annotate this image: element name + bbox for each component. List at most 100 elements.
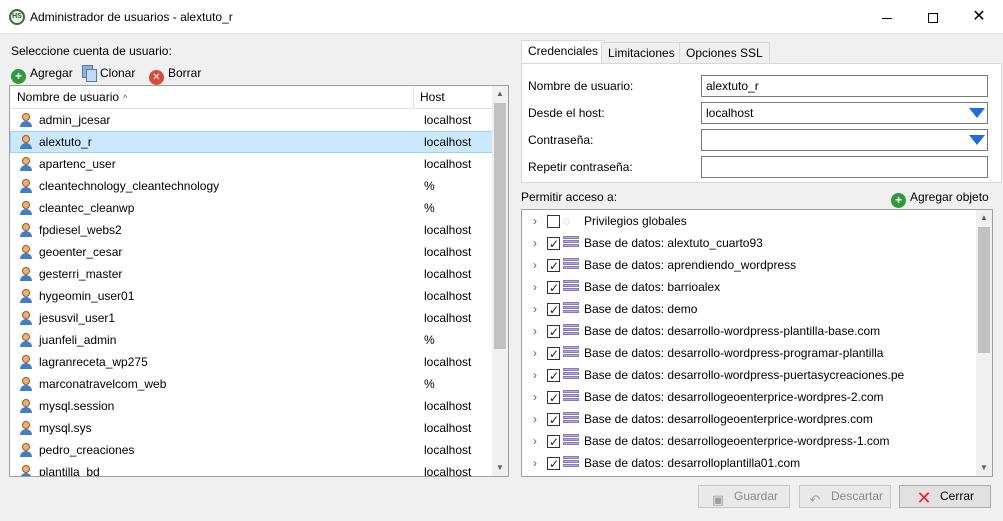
database-icon <box>563 456 579 470</box>
user-icon <box>19 399 33 413</box>
maximize-button[interactable] <box>910 0 956 34</box>
username-input[interactable]: alextuto_r <box>701 75 988 97</box>
user-host: localhost <box>424 267 472 281</box>
scroll-up-icon[interactable]: ▲ <box>976 210 992 226</box>
user-name: juanfeli_admin <box>39 333 117 347</box>
plus-icon: + <box>11 69 26 84</box>
user-icon <box>19 179 33 193</box>
chevron-right-icon[interactable]: › <box>533 452 537 474</box>
user-list-scrollbar[interactable]: ▲ ▼ <box>492 86 508 476</box>
user-name: mysql.session <box>39 399 115 413</box>
close-button[interactable]: ✕ Cerrar <box>899 485 991 508</box>
chevron-right-icon[interactable]: › <box>533 386 537 408</box>
privilege-row[interactable]: › Base de datos: desarrolloplantilla01.co… <box>522 452 992 475</box>
save-button[interactable]: ▣ Guardar <box>698 485 790 508</box>
user-row[interactable]: pedro_creaciones localhost <box>10 439 494 461</box>
password-input[interactable] <box>701 129 988 151</box>
privilege-row[interactable]: › Base de datos: desarrollo-wordpress-pla… <box>522 320 992 343</box>
privilege-row[interactable]: › Base de datos: aprendiendo_wordpress <box>522 254 992 277</box>
privilege-row[interactable]: › Base de datos: desarrollo-wordpress-pro… <box>522 342 992 365</box>
user-icon <box>19 135 33 149</box>
user-row[interactable]: mysql.sys localhost <box>10 417 494 439</box>
user-row[interactable]: lagranreceta_wp275 localhost <box>10 351 494 373</box>
password-options-icon[interactable] <box>969 135 985 145</box>
scroll-down-icon[interactable]: ▼ <box>976 460 992 476</box>
user-rows: admin_jcesar localhost alextuto_r localhost… <box>10 109 494 476</box>
add-object-button[interactable]: + Agregar objeto <box>891 189 989 208</box>
privilege-row[interactable]: › Base de datos: alextuto_cuarto93 <box>522 232 992 255</box>
user-row[interactable]: apartenc_user localhost <box>10 153 494 175</box>
privilege-checkbox[interactable] <box>547 453 560 475</box>
user-row[interactable]: mysql.session localhost <box>10 395 494 417</box>
clone-user-label: Clonar <box>100 66 136 80</box>
column-header-username[interactable]: Nombre de usuario ^ <box>10 86 414 109</box>
privileges-scrollbar[interactable]: ▲ ▼ <box>976 210 992 476</box>
privilege-checkbox[interactable] <box>547 321 560 343</box>
minimize-button[interactable] <box>864 0 910 34</box>
privilege-checkbox[interactable] <box>547 299 560 321</box>
user-row[interactable]: plantilla_bd localhost <box>10 461 494 476</box>
user-icon <box>19 223 33 237</box>
user-row[interactable]: geoenter_cesar localhost <box>10 241 494 263</box>
chevron-right-icon[interactable]: › <box>533 232 537 254</box>
privilege-label: Base de datos: demo <box>584 302 698 316</box>
scroll-down-icon[interactable]: ▼ <box>492 460 508 476</box>
tab-limitaciones[interactable]: Limitaciones <box>601 42 682 64</box>
user-row[interactable]: alextuto_r localhost <box>10 131 494 153</box>
privilege-checkbox[interactable] <box>547 233 560 255</box>
user-row[interactable]: marconatravelcom_web% <box>10 373 494 395</box>
clone-user-button[interactable]: Clonar <box>81 64 135 82</box>
privilege-checkbox[interactable] <box>547 343 560 365</box>
user-row[interactable]: juanfeli_admin% <box>10 329 494 351</box>
privilege-row[interactable]: › Base de datos: desarrollogeoenterprice-… <box>522 430 992 453</box>
chevron-right-icon[interactable]: › <box>533 320 537 342</box>
privilege-checkbox[interactable] <box>547 365 560 387</box>
user-row[interactable]: hygeomin_user01 localhost <box>10 285 494 307</box>
privilege-checkbox[interactable] <box>547 409 560 431</box>
user-row[interactable]: admin_jcesar localhost <box>10 109 494 131</box>
privilege-checkbox[interactable] <box>547 277 560 299</box>
scroll-thumb[interactable] <box>978 227 990 353</box>
privilege-row[interactable]: › Base de datos: desarrollogeoenterprice-… <box>522 408 992 431</box>
repeat-password-input[interactable] <box>701 156 988 178</box>
privilege-checkbox[interactable] <box>547 431 560 453</box>
chevron-down-icon[interactable] <box>969 108 985 118</box>
chevron-right-icon[interactable]: › <box>533 364 537 386</box>
delete-icon: ✕ <box>149 70 164 85</box>
chevron-right-icon[interactable]: › <box>533 254 537 276</box>
close-window-button[interactable]: ✕ <box>956 0 1002 34</box>
user-row[interactable]: gesterri_master localhost <box>10 263 494 285</box>
chevron-right-icon[interactable]: › <box>533 342 537 364</box>
chevron-right-icon[interactable]: › <box>533 408 537 430</box>
privilege-row[interactable]: › Base de datos: desarrollo-wordpress-pue… <box>522 364 992 387</box>
privilege-row[interactable]: › Base de datos: desarrollogeoenterprice-… <box>522 386 992 409</box>
chevron-right-icon[interactable]: › <box>533 276 537 298</box>
chevron-right-icon[interactable]: › <box>533 210 537 232</box>
add-user-label: Agregar <box>30 66 73 80</box>
discard-button[interactable]: ↶ Descartar <box>799 485 891 508</box>
tab-opciones-ssl[interactable]: Opciones SSL <box>679 42 770 64</box>
privilege-checkbox[interactable] <box>547 255 560 277</box>
tab-credenciales[interactable]: Credenciales <box>521 40 606 64</box>
user-row[interactable]: jesusvil_user1 localhost <box>10 307 494 329</box>
scroll-thumb[interactable] <box>494 103 506 349</box>
privilege-checkbox[interactable] <box>547 215 560 228</box>
user-row[interactable]: fpdiesel_webs2 localhost <box>10 219 494 241</box>
column-header-host[interactable]: Host <box>414 86 494 109</box>
delete-user-label: Borrar <box>168 66 202 80</box>
chevron-right-icon[interactable]: › <box>533 298 537 320</box>
privilege-checkbox[interactable] <box>547 387 560 409</box>
privilege-row[interactable]: › Base de datos: demo <box>522 298 992 321</box>
privilege-row[interactable]: › ◌ Privilegios globales <box>522 210 992 232</box>
chevron-right-icon[interactable]: › <box>533 430 537 452</box>
privilege-label: Base de datos: desarrollo-wordpress-prog… <box>584 346 884 360</box>
delete-user-button[interactable]: ✕ Borrar <box>149 64 202 85</box>
privilege-row[interactable]: › Base de datos: barrioalex <box>522 276 992 299</box>
user-icon <box>19 355 33 369</box>
add-user-button[interactable]: + Agregar <box>11 64 73 84</box>
user-row[interactable]: cleantec_cleanwp% <box>10 197 494 219</box>
user-icon <box>19 245 33 259</box>
user-row[interactable]: cleantechnology_cleantechnology% <box>10 175 494 197</box>
host-select[interactable]: localhost <box>701 102 988 124</box>
scroll-up-icon[interactable]: ▲ <box>492 86 508 102</box>
